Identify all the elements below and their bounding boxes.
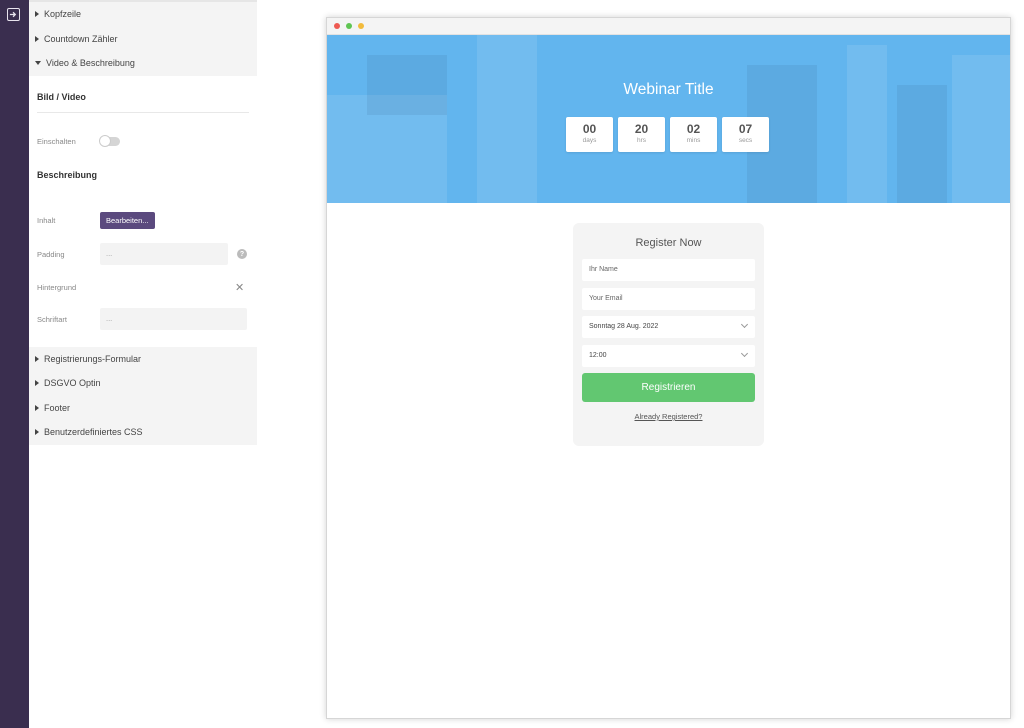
close-dot-icon: [334, 23, 340, 29]
accordion-video-beschreibung[interactable]: Video & Beschreibung: [29, 51, 257, 76]
help-icon[interactable]: ?: [237, 249, 247, 259]
exit-icon[interactable]: [7, 8, 20, 21]
accordion-dsgvo-optin[interactable]: DSGVO Optin: [29, 371, 257, 396]
countdown-value: 20: [634, 122, 649, 136]
register-button[interactable]: Registrieren: [582, 373, 755, 402]
already-registered-link[interactable]: Already Registered?: [582, 412, 755, 421]
hintergrund-row: Hintergrund ✕: [37, 271, 249, 304]
caret-right-icon: [35, 11, 39, 18]
date-value: Sonntag 28 Aug. 2022: [589, 323, 659, 330]
einschalten-label: Einschalten: [37, 136, 76, 146]
clear-icon[interactable]: ✕: [235, 281, 244, 294]
accordion-registrierungs-formular[interactable]: Registrierungs-Formular: [29, 346, 257, 371]
edit-button[interactable]: Bearbeiten...: [100, 212, 155, 229]
video-beschreibung-content: Bild / Video Einschalten Beschreibung In…: [29, 75, 257, 347]
settings-panel: Kopfzeile Countdown Zähler Video & Besch…: [29, 0, 257, 728]
padding-input[interactable]: ...: [100, 243, 228, 265]
caret-right-icon: [35, 355, 39, 362]
countdown-days: 00 days: [566, 117, 613, 152]
countdown-timer: 00 days 20 hrs 02 mins 07 secs: [566, 117, 774, 152]
accordion-label: Registrierungs-Formular: [44, 353, 142, 364]
registration-form: Register Now Ihr Name Your Email Sonntag…: [573, 223, 764, 446]
schriftart-label: Schriftart: [37, 314, 68, 324]
hero-bg-shape: [477, 35, 537, 203]
countdown-unit: mins: [686, 137, 701, 144]
minimize-dot-icon: [358, 23, 364, 29]
caret-right-icon: [35, 429, 39, 436]
bild-video-title: Bild / Video: [37, 91, 86, 102]
chevron-down-icon: [740, 349, 749, 357]
hintergrund-label: Hintergrund: [37, 282, 77, 292]
maximize-dot-icon: [346, 23, 352, 29]
accordion-kopfzeile[interactable]: Kopfzeile: [29, 2, 257, 27]
einschalten-toggle[interactable]: [99, 134, 120, 147]
hero-bg-shape: [897, 85, 947, 203]
left-rail: [0, 0, 29, 728]
chevron-down-icon: [740, 320, 749, 329]
countdown-hours: 20 hrs: [618, 117, 665, 152]
form-title: Register Now: [635, 237, 702, 249]
countdown-unit: secs: [738, 137, 753, 144]
countdown-seconds: 07 secs: [722, 117, 769, 152]
accordion-custom-css[interactable]: Benutzerdefiniertes CSS: [29, 420, 257, 445]
countdown-value: 02: [686, 122, 701, 136]
padding-label: Padding: [37, 249, 65, 259]
padding-row: Padding ... ?: [37, 238, 249, 271]
email-input[interactable]: Your Email: [582, 287, 755, 310]
accordion-label: DSGVO Optin: [44, 378, 101, 389]
time-value: 12:00: [589, 351, 607, 359]
caret-down-icon: [35, 61, 41, 66]
countdown-minutes: 02 mins: [670, 117, 717, 152]
countdown-unit: hrs: [636, 137, 647, 144]
accordion-label: Countdown Zähler: [44, 33, 118, 44]
accordion-label: Kopfzeile: [44, 9, 82, 20]
preview-window: Webinar Title 00 days 20 hrs 02 mins 07 …: [326, 17, 1011, 719]
accordion-label: Benutzerdefiniertes CSS: [44, 427, 143, 438]
accordion-label: Footer: [44, 402, 71, 413]
countdown-value: 00: [582, 122, 597, 136]
countdown-value: 07: [738, 122, 753, 136]
name-input[interactable]: Ihr Name: [582, 259, 755, 281]
beschreibung-title: Beschreibung: [37, 169, 98, 180]
schriftart-row: Schriftart ...: [37, 304, 249, 337]
caret-right-icon: [35, 380, 39, 387]
schriftart-select[interactable]: ...: [100, 308, 247, 330]
hero-title: Webinar Title: [623, 81, 714, 98]
hero-banner: Webinar Title 00 days 20 hrs 02 mins 07 …: [327, 35, 1010, 203]
inhalt-label: Inhalt: [37, 216, 56, 225]
countdown-unit: days: [582, 137, 597, 144]
inhalt-row: Inhalt Bearbeiten...: [37, 204, 249, 238]
caret-right-icon: [35, 35, 39, 42]
accordion-footer[interactable]: Footer: [29, 395, 257, 420]
caret-right-icon: [35, 404, 39, 411]
time-select[interactable]: 12:00: [582, 344, 755, 367]
einschalten-row: Einschalten: [37, 113, 249, 170]
accordion-countdown[interactable]: Countdown Zähler: [29, 26, 257, 51]
accordion-label: Video & Beschreibung: [46, 58, 135, 69]
hero-bg-shape: [952, 55, 1010, 203]
date-select[interactable]: Sonntag 28 Aug. 2022: [582, 316, 755, 338]
window-titlebar: [327, 18, 1010, 35]
hero-bg-shape: [847, 45, 887, 203]
toggle-knob: [99, 134, 111, 147]
